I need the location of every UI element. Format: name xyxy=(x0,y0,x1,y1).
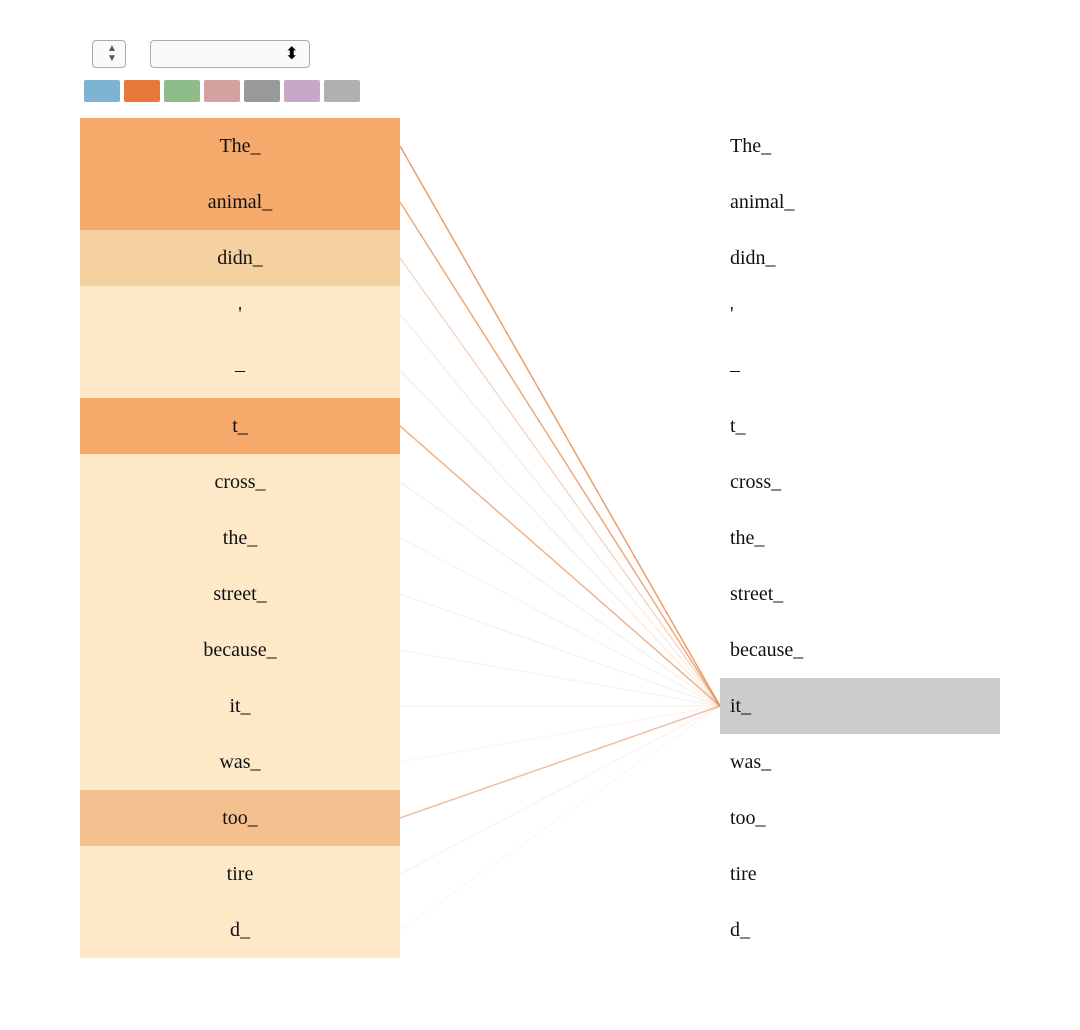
layer-spinner[interactable]: ▲ ▼ xyxy=(92,40,126,68)
swatch-6[interactable] xyxy=(324,80,360,102)
left-tokens: The_animal_didn_'–t_cross_the_street_bec… xyxy=(80,118,400,958)
left-token-14[interactable]: d_ xyxy=(80,902,400,958)
left-token-3[interactable]: ' xyxy=(80,286,400,342)
right-token-10[interactable]: it_ xyxy=(720,678,1000,734)
left-token-13[interactable]: tire xyxy=(80,846,400,902)
right-token-7[interactable]: the_ xyxy=(720,510,1000,566)
right-token-0[interactable]: The_ xyxy=(720,118,1000,174)
right-token-6[interactable]: cross_ xyxy=(720,454,1000,510)
right-token-9[interactable]: because_ xyxy=(720,622,1000,678)
swatch-2[interactable] xyxy=(164,80,200,102)
right-tokens: The_animal_didn_'–t_cross_the_street_bec… xyxy=(720,118,1000,958)
spinner-arrows: ▲ ▼ xyxy=(107,44,117,64)
main-container: ▲ ▼ ⬍ The_animal_didn_'–t_cross_the_stre… xyxy=(60,20,1020,978)
color-swatches-row xyxy=(84,80,1000,102)
right-token-3[interactable]: ' xyxy=(720,286,1000,342)
swatch-0[interactable] xyxy=(84,80,120,102)
left-token-11[interactable]: was_ xyxy=(80,734,400,790)
left-token-12[interactable]: too_ xyxy=(80,790,400,846)
left-token-1[interactable]: animal_ xyxy=(80,174,400,230)
swatch-1[interactable] xyxy=(124,80,160,102)
right-token-11[interactable]: was_ xyxy=(720,734,1000,790)
main-area: The_animal_didn_'–t_cross_the_street_bec… xyxy=(80,118,1000,958)
left-token-5[interactable]: t_ xyxy=(80,398,400,454)
controls-row: ▲ ▼ ⬍ xyxy=(80,40,1000,68)
select-arrow-icon: ⬍ xyxy=(285,44,299,64)
right-token-13[interactable]: tire xyxy=(720,846,1000,902)
swatch-3[interactable] xyxy=(204,80,240,102)
left-token-4[interactable]: – xyxy=(80,342,400,398)
swatch-4[interactable] xyxy=(244,80,280,102)
left-token-7[interactable]: the_ xyxy=(80,510,400,566)
left-token-10[interactable]: it_ xyxy=(80,678,400,734)
right-token-14[interactable]: d_ xyxy=(720,902,1000,958)
left-token-9[interactable]: because_ xyxy=(80,622,400,678)
left-token-2[interactable]: didn_ xyxy=(80,230,400,286)
right-token-4[interactable]: – xyxy=(720,342,1000,398)
right-token-12[interactable]: too_ xyxy=(720,790,1000,846)
right-token-1[interactable]: animal_ xyxy=(720,174,1000,230)
attention-select[interactable]: ⬍ xyxy=(150,40,310,68)
right-token-2[interactable]: didn_ xyxy=(720,230,1000,286)
right-token-8[interactable]: street_ xyxy=(720,566,1000,622)
attention-viz: The_animal_didn_'–t_cross_the_street_bec… xyxy=(80,118,1000,958)
right-token-5[interactable]: t_ xyxy=(720,398,1000,454)
swatch-5[interactable] xyxy=(284,80,320,102)
left-token-6[interactable]: cross_ xyxy=(80,454,400,510)
left-token-0[interactable]: The_ xyxy=(80,118,400,174)
left-token-8[interactable]: street_ xyxy=(80,566,400,622)
